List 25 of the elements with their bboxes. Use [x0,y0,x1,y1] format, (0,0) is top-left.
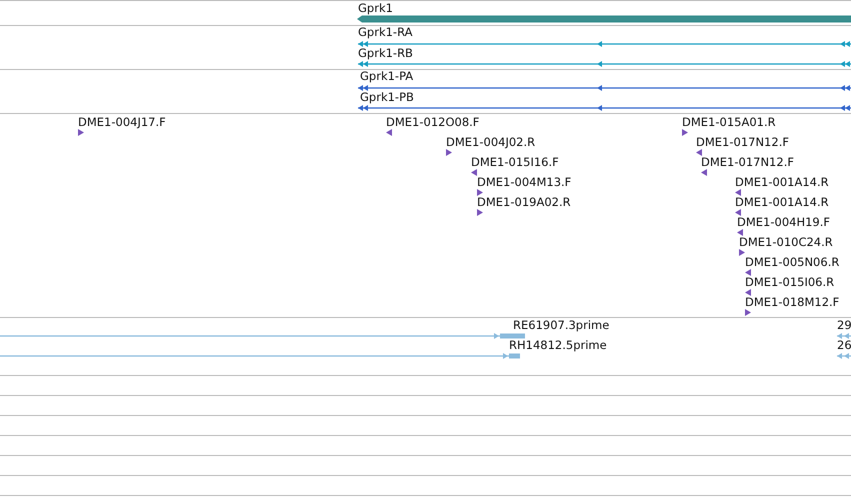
feature-label: Gprk1 [358,2,393,15]
feature-label: DME1-015I06.R [745,276,834,289]
feature-label: DME1-004M13.F [477,176,572,189]
feature-label: DME1-019A02.R [477,196,571,209]
feature-label: RH14812.5prime [509,339,607,352]
feature-label: DME1-004H19.F [737,216,830,229]
feature-label: RE61907.3prime [513,319,610,332]
feature-label: Gprk1-PB [360,91,414,104]
feature-label: Gprk1-PA [360,70,414,83]
feature-label: 26 [837,339,851,352]
feature-label: DME1-004J02.R [446,136,536,149]
feature-label: DME1-012O08.F [386,116,480,129]
feature-label: Gprk1-RB [358,47,413,60]
feature-label: DME1-015I16.F [471,156,559,169]
feature-label: DME1-001A14.R [735,196,829,209]
feature-label: DME1-001A14.R [735,176,829,189]
feature-label: DME1-017N12.F [701,156,794,169]
feature-label: DME1-005N06.R [745,256,840,269]
feature-label: DME1-015A01.R [682,116,776,129]
feature-label: DME1-018M12.F [745,296,840,309]
feature-label: DME1-010C24.R [739,236,833,249]
feature-label: 29 [837,319,851,332]
feature-label: DME1-017N12.F [696,136,789,149]
feature-label: DME1-004J17.F [78,116,166,129]
feature-label: Gprk1-RA [358,26,412,39]
